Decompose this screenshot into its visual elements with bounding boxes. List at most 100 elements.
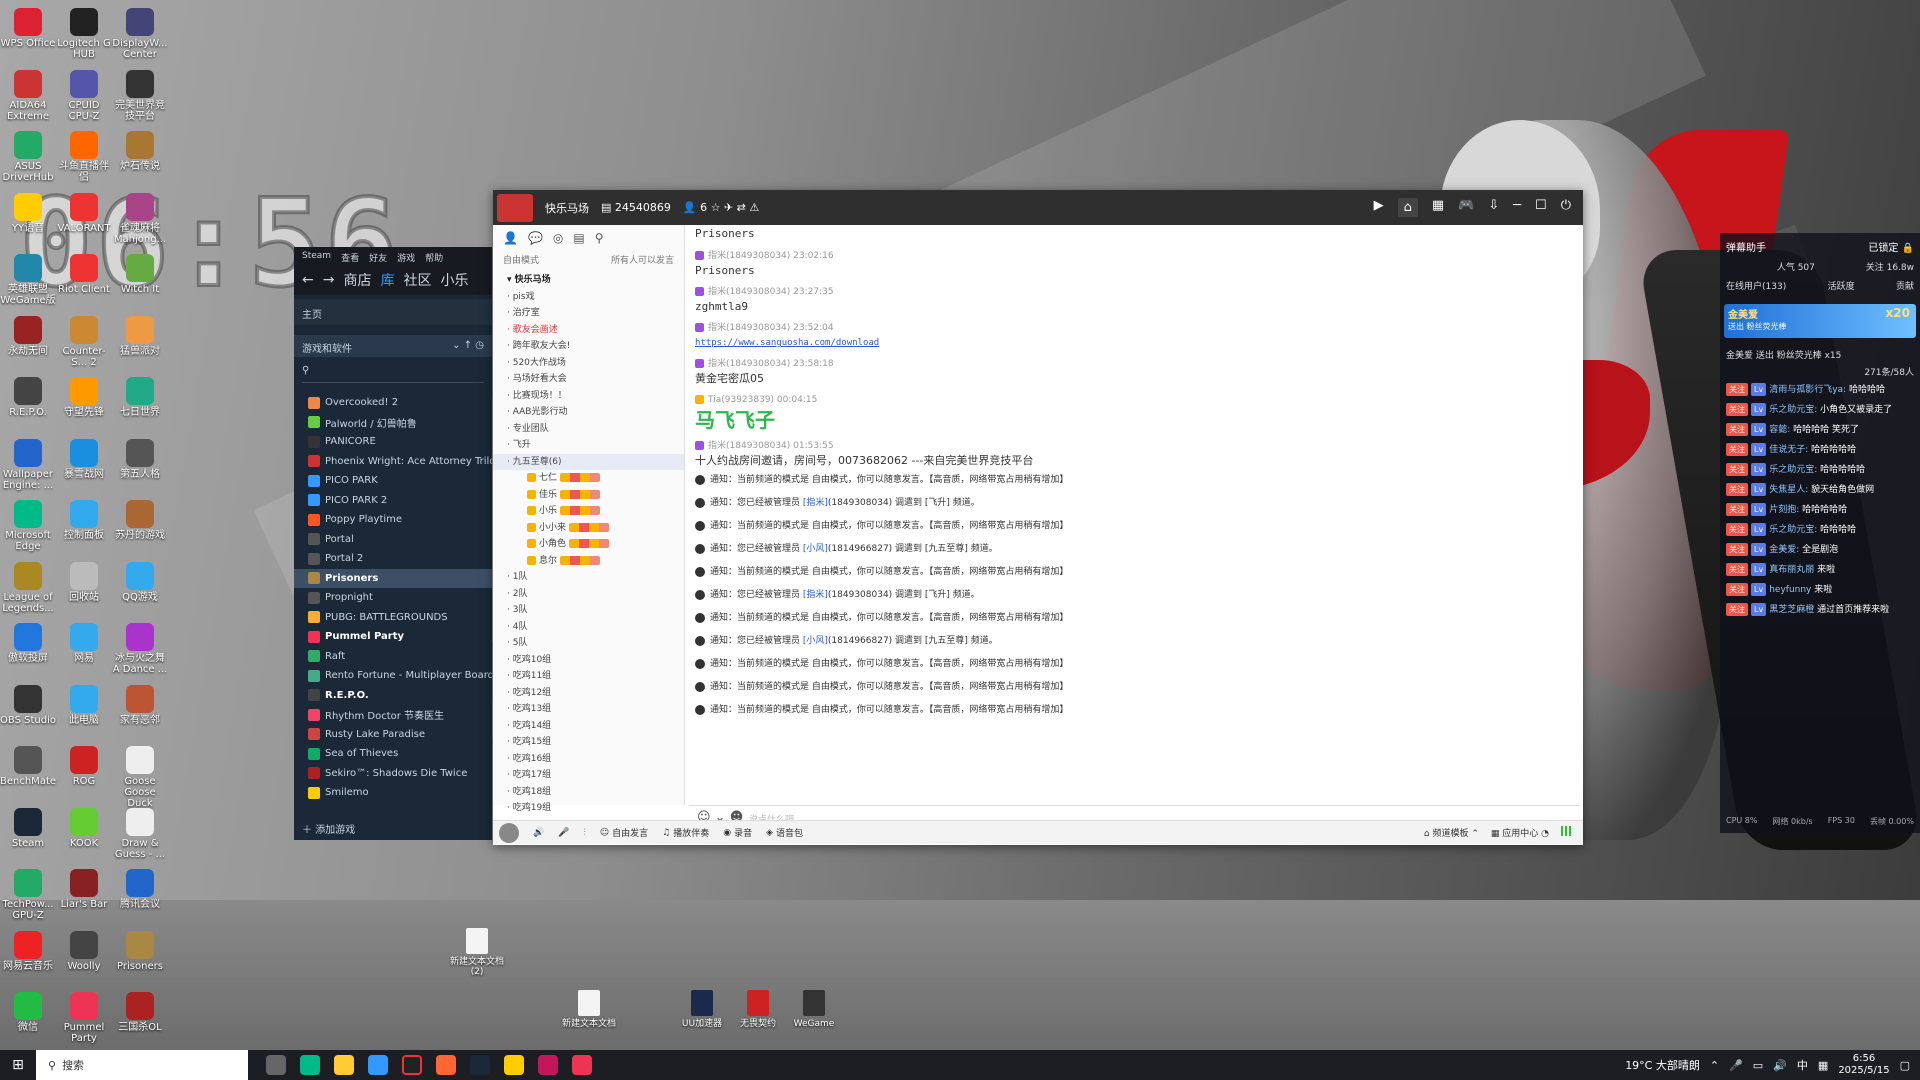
gamepad-icon[interactable]: 🎮	[1458, 198, 1474, 217]
steam-menu-item[interactable]: Steam	[302, 251, 331, 261]
steam-search[interactable]: ⚲	[302, 365, 484, 383]
channel-user[interactable]: 息尔	[493, 553, 684, 570]
channel-item[interactable]: · 520大作战场	[493, 355, 684, 372]
desktop-icon[interactable]: Wallpaper Engine: ...	[0, 438, 56, 491]
mode-select[interactable]: 自由模式	[503, 253, 539, 266]
desktop-icon[interactable]: 七日世界	[112, 377, 168, 418]
desktop-icon[interactable]: 傲软投屏	[0, 623, 56, 664]
desktop-icon[interactable]: CPUID CPU-Z	[56, 69, 112, 122]
volume-icon[interactable]: 🔊	[1773, 1059, 1787, 1072]
game-row[interactable]: Pummel Party	[294, 627, 492, 647]
channel-user[interactable]: 七仁	[493, 470, 684, 487]
desktop-icon[interactable]: Witch It	[112, 254, 168, 295]
channel-item[interactable]: · 比赛现场！！	[493, 388, 684, 405]
steam-menu-item[interactable]: 帮助	[425, 251, 443, 264]
desktop-icon[interactable]: 苏丹的游戏	[112, 500, 168, 541]
windows-start-icon[interactable]: ⊞	[0, 1057, 36, 1073]
user-icon[interactable]: 👤	[503, 231, 518, 245]
home-icon[interactable]: ⌂	[1397, 198, 1418, 217]
channel-item[interactable]: · 吃鸡17组	[493, 767, 684, 784]
desktop-icon[interactable]: VALORANT	[56, 192, 112, 234]
edge-icon[interactable]	[300, 1055, 320, 1075]
game-row[interactable]: Phoenix Wright: Ace Attorney Trilogy	[294, 452, 492, 472]
desktop-icon[interactable]: 第五人格	[112, 438, 168, 480]
desktop-icon[interactable]: Woolly	[56, 930, 112, 972]
channel-item[interactable]: · 跨年歌友大会!	[493, 338, 684, 355]
desktop-icon[interactable]: Prisoners	[112, 930, 168, 972]
desktop-file[interactable]: 新建文本文档 (2)	[449, 928, 505, 977]
grid-icon[interactable]: ▦	[1818, 1059, 1828, 1072]
desktop-icon[interactable]: ASUS DriverHub	[0, 131, 56, 183]
desktop-file[interactable]: UU加速器	[674, 990, 730, 1029]
message-meta[interactable]: 指米(1849308034) 23:27:35	[695, 285, 1579, 299]
message-meta[interactable]: 指米(1849308034) 01:53:55	[695, 439, 1579, 453]
game-row[interactable]: PICO PARK 2	[294, 491, 492, 511]
danmaku-user[interactable]: 清雨与孤影行飞ya:	[1769, 385, 1849, 395]
desktop-icon[interactable]: ROG	[56, 746, 112, 787]
self-avatar[interactable]	[499, 822, 519, 843]
tab-online[interactable]: 在线用户(133)	[1726, 279, 1786, 292]
game-row[interactable]: Portal 2	[294, 549, 492, 569]
game-row[interactable]: Prisoners	[294, 568, 492, 588]
message-meta[interactable]: Tia(93923839) 00:04:15	[695, 393, 1579, 407]
channel-user[interactable]: 佳乐	[493, 487, 684, 504]
game-row[interactable]: Sekiro™: Shadows Die Twice	[294, 764, 492, 784]
mic-icon[interactable]: 🎤	[558, 828, 569, 838]
desktop-icon[interactable]: YY语音	[0, 192, 56, 234]
network-icon[interactable]: ▭	[1753, 1059, 1763, 1072]
channel-item[interactable]: · 吃鸡14组	[493, 718, 684, 735]
file-explorer-icon[interactable]	[334, 1055, 354, 1075]
notification-icon[interactable]: ▢	[1900, 1059, 1910, 1072]
lock-toggle[interactable]: 已锁定 🔒	[1868, 239, 1914, 254]
channel-item[interactable]: · 吃鸡12组	[493, 685, 684, 702]
desktop-icon[interactable]: QQ游戏	[112, 561, 168, 603]
steam-menu-item[interactable]: 游戏	[397, 251, 415, 264]
desktop-icon[interactable]: BenchMate	[0, 746, 56, 787]
nav-store[interactable]: 商店	[343, 270, 371, 290]
channel-item[interactable]: · 吃鸡11组	[493, 668, 684, 685]
desktop-icon[interactable]: WPS Office	[0, 8, 56, 49]
maximize-icon[interactable]: ☐	[1535, 198, 1547, 217]
desktop-icon[interactable]: 网易云音乐	[0, 930, 56, 972]
nav-library[interactable]: 库	[380, 270, 394, 290]
message-link[interactable]: https://www.sanguosha.com/download	[695, 335, 1579, 351]
game-row[interactable]: Sea of Thieves	[294, 744, 492, 764]
steam-menu-item[interactable]: 查看	[341, 251, 359, 264]
app-icon[interactable]	[538, 1055, 558, 1075]
desktop-icon[interactable]: Draw & Guess - ...	[112, 807, 168, 860]
notice-mention[interactable]: [小风]	[803, 544, 828, 554]
tab-activity[interactable]: 活跃度	[1828, 279, 1855, 292]
game-row[interactable]: Palworld / 幻兽帕鲁	[294, 413, 492, 433]
channel-item[interactable]: · 马场好看大会	[493, 371, 684, 388]
game-row[interactable]: Smilemo	[294, 783, 492, 803]
desktop-icon[interactable]: 炉石传说	[112, 131, 168, 172]
music-button[interactable]: ♫ 播放伴奏	[662, 826, 709, 840]
app-icon[interactable]	[572, 1055, 592, 1075]
record-button[interactable]: ◉ 录音	[723, 826, 752, 840]
notice-mention[interactable]: [小风]	[803, 636, 828, 646]
desktop-icon[interactable]: Goose Goose Duck	[112, 746, 168, 809]
desktop-file[interactable]: 新建文本文档	[561, 990, 617, 1029]
notice-mention[interactable]: [指米]	[803, 498, 828, 508]
desktop-file[interactable]: 无畏契约	[730, 990, 786, 1029]
danmaku-user[interactable]: 佳说无子:	[1769, 445, 1811, 455]
message-meta[interactable]: 指米(1849308034) 23:52:04	[695, 321, 1579, 335]
location-icon[interactable]: ◎	[553, 231, 563, 245]
yy-icon[interactable]	[504, 1055, 524, 1075]
steam-home[interactable]: 主页	[294, 299, 492, 325]
voicepack-button[interactable]: ◈ 语音包	[766, 826, 803, 840]
apps-button[interactable]: ▦ 应用中心 ◔	[1491, 826, 1549, 839]
game-row[interactable]: Rusty Lake Paradise	[294, 725, 492, 745]
channel-item[interactable]: · 歌友会画述	[493, 322, 684, 339]
game-row[interactable]: PICO PARK	[294, 471, 492, 491]
board-icon[interactable]: ▦	[1432, 198, 1444, 217]
channel-item[interactable]: · 专业团队	[493, 421, 684, 438]
task-view-icon[interactable]	[266, 1055, 286, 1075]
game-row[interactable]: Propnight	[294, 588, 492, 608]
channel-item[interactable]: · 吃鸡13组	[493, 701, 684, 718]
message-meta[interactable]: 指米(1849308034) 23:58:18	[695, 357, 1579, 371]
channel-item[interactable]: · 飞升	[493, 437, 684, 454]
desktop-file[interactable]: WeGame	[786, 990, 842, 1029]
taskbar-clock[interactable]: 6:56 2025/5/15	[1838, 1053, 1889, 1077]
channel-item[interactable]: · 吃鸡15组	[493, 734, 684, 751]
